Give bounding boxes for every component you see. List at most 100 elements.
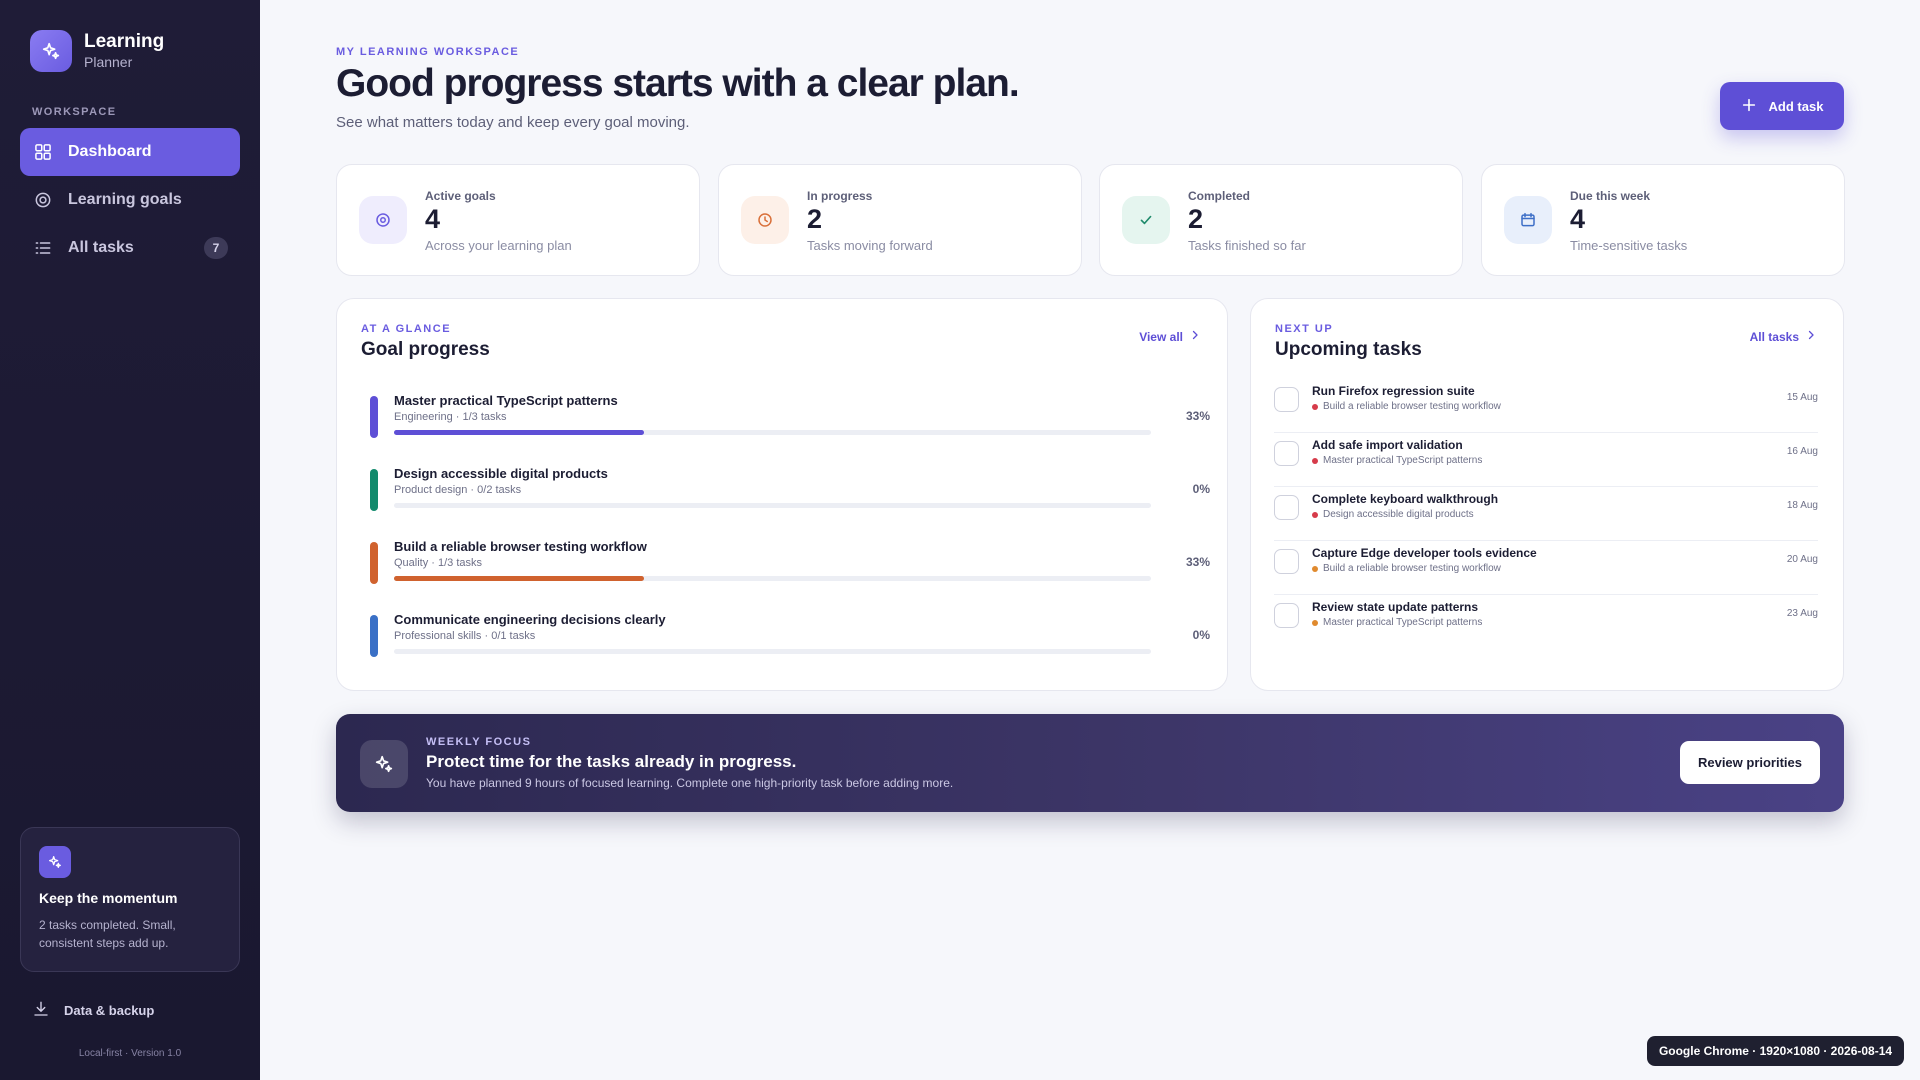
page-title: Good progress starts with a clear plan. bbox=[336, 62, 1020, 105]
browser-info-tag: Google Chrome · 1920×1080 · 2026-08-14 bbox=[1647, 1036, 1904, 1066]
goal-name: Communicate engineering decisions clearl… bbox=[394, 612, 666, 627]
goal-meta: Quality · 1/3 tasks bbox=[394, 557, 483, 569]
task-checkbox[interactable] bbox=[1274, 441, 1299, 466]
momentum-title: Keep the momentum bbox=[39, 890, 178, 906]
goal-name: Design accessible digital products bbox=[394, 466, 608, 481]
task-count-badge: 7 bbox=[204, 237, 228, 259]
task-checkbox[interactable] bbox=[1274, 549, 1299, 574]
data-backup-link[interactable]: Data & backup bbox=[32, 1000, 154, 1021]
view-all-link[interactable]: View all bbox=[1139, 329, 1201, 344]
brand[interactable]: Learning Planner bbox=[30, 30, 164, 72]
stat-value: 4 bbox=[1570, 204, 1586, 234]
stat-card-completed: Completed 2 Tasks finished so far bbox=[1099, 164, 1463, 276]
goal-meta: Product design · 0/2 tasks bbox=[394, 484, 522, 496]
goal-progress-fill bbox=[394, 430, 644, 435]
task-name: Run Firefox regression suite bbox=[1312, 384, 1475, 398]
clock-icon bbox=[741, 196, 789, 244]
task-goal-label: Master practical TypeScript patterns bbox=[1323, 455, 1483, 466]
task-goal-label: Master practical TypeScript patterns bbox=[1323, 617, 1483, 628]
stat-value: 4 bbox=[425, 204, 441, 234]
focus-title: Protect time for the tasks already in pr… bbox=[426, 752, 797, 771]
goal-name: Build a reliable browser testing workflo… bbox=[394, 539, 647, 554]
sidebar-item-learning-goals[interactable]: Learning goals bbox=[20, 176, 240, 224]
task-goal-label: Build a reliable browser testing workflo… bbox=[1323, 563, 1501, 574]
app-subtitle: Planner bbox=[84, 54, 133, 70]
sidebar-nav: Dashboard Learning goals All tasks 7 bbox=[20, 128, 240, 272]
task-name: Complete keyboard walkthrough bbox=[1312, 492, 1499, 506]
card-eyebrow: AT A GLANCE bbox=[361, 323, 452, 335]
sparkle-icon bbox=[39, 846, 71, 878]
task-row[interactable]: Complete keyboard walkthrough Design acc… bbox=[1274, 487, 1818, 541]
calendar-icon bbox=[1504, 196, 1552, 244]
task-goal: Build a reliable browser testing workflo… bbox=[1312, 401, 1501, 412]
review-priorities-button[interactable]: Review priorities bbox=[1680, 741, 1820, 784]
weekly-focus-banner: WEEKLY FOCUS Protect time for the tasks … bbox=[336, 714, 1844, 812]
task-goal: Master practical TypeScript patterns bbox=[1312, 455, 1482, 466]
momentum-text: 2 tasks completed. Small, consistent ste… bbox=[39, 918, 176, 950]
sidebar-item-all-tasks[interactable]: All tasks 7 bbox=[20, 224, 240, 272]
task-row[interactable]: Add safe import validation Master practi… bbox=[1274, 433, 1818, 487]
sparkle-icon bbox=[30, 30, 72, 72]
add-task-button[interactable]: Add task bbox=[1720, 82, 1844, 130]
page-subtitle: See what matters today and keep every go… bbox=[336, 114, 690, 131]
goal-row[interactable]: Build a reliable browser testing workflo… bbox=[370, 539, 1210, 587]
workspace-section-label: WORKSPACE bbox=[32, 106, 117, 118]
goal-meta: Engineering · 1/3 tasks bbox=[394, 411, 507, 423]
goal-progress-track bbox=[394, 649, 1151, 654]
task-goal: Master practical TypeScript patterns bbox=[1312, 617, 1482, 628]
goal-percent: 0% bbox=[1192, 628, 1210, 642]
task-row[interactable]: Capture Edge developer tools evidence Bu… bbox=[1274, 541, 1818, 595]
sidebar: Learning Planner WORKSPACE Dashboard Lea… bbox=[0, 0, 260, 1080]
goal-progress-track bbox=[394, 503, 1151, 508]
task-name: Capture Edge developer tools evidence bbox=[1312, 546, 1537, 560]
target-icon bbox=[32, 189, 54, 211]
task-row[interactable]: Review state update patterns Master prac… bbox=[1274, 595, 1818, 649]
page-eyebrow: MY LEARNING WORKSPACE bbox=[336, 46, 520, 58]
stat-label: Completed bbox=[1188, 189, 1251, 203]
check-icon bbox=[1122, 196, 1170, 244]
goal-percent: 0% bbox=[1192, 482, 1210, 496]
stat-value: 2 bbox=[807, 204, 823, 234]
grid-icon bbox=[32, 141, 54, 163]
goal-color-bar bbox=[370, 396, 378, 438]
task-due-date: 18 Aug bbox=[1786, 500, 1818, 511]
upcoming-tasks-card: NEXT UP Upcoming tasks All tasks Run Fir… bbox=[1250, 298, 1844, 691]
priority-dot bbox=[1312, 565, 1318, 572]
priority-dot bbox=[1312, 511, 1318, 518]
stat-card-active-goals: Active goals 4 Across your learning plan bbox=[336, 164, 700, 276]
task-due-date: 16 Aug bbox=[1786, 446, 1818, 457]
task-name: Review state update patterns bbox=[1312, 600, 1479, 614]
task-goal-label: Build a reliable browser testing workflo… bbox=[1323, 401, 1501, 412]
sidebar-item-dashboard[interactable]: Dashboard bbox=[20, 128, 240, 176]
goal-progress-track bbox=[394, 430, 1151, 435]
stat-label: Active goals bbox=[425, 189, 496, 203]
data-backup-label: Data & backup bbox=[64, 1003, 155, 1018]
task-row[interactable]: Run Firefox regression suite Build a rel… bbox=[1274, 379, 1818, 433]
task-goal: Build a reliable browser testing workflo… bbox=[1312, 563, 1501, 574]
target-icon bbox=[359, 196, 407, 244]
all-tasks-link[interactable]: All tasks bbox=[1750, 329, 1817, 344]
stat-card-due-this-week: Due this week 4 Time-sensitive tasks bbox=[1481, 164, 1845, 276]
goal-row[interactable]: Master practical TypeScript patterns Eng… bbox=[370, 393, 1210, 441]
all-tasks-label: All tasks bbox=[1749, 329, 1799, 344]
task-checkbox[interactable] bbox=[1274, 603, 1299, 628]
goal-meta: Professional skills · 0/1 tasks bbox=[394, 630, 536, 642]
task-checkbox[interactable] bbox=[1274, 387, 1299, 412]
task-goal-label: Design accessible digital products bbox=[1323, 509, 1474, 520]
task-checkbox[interactable] bbox=[1274, 495, 1299, 520]
goal-row[interactable]: Communicate engineering decisions clearl… bbox=[370, 612, 1210, 660]
goal-row[interactable]: Design accessible digital products Produ… bbox=[370, 466, 1210, 514]
card-title: Goal progress bbox=[361, 339, 490, 360]
task-due-date: 20 Aug bbox=[1786, 554, 1818, 565]
card-title: Upcoming tasks bbox=[1275, 339, 1422, 360]
chevron-right-icon bbox=[1189, 329, 1201, 344]
plus-icon bbox=[1741, 97, 1757, 116]
sparkle-icon bbox=[360, 740, 408, 788]
sidebar-item-label: All tasks bbox=[68, 239, 134, 256]
download-icon bbox=[32, 1000, 50, 1021]
goal-color-bar bbox=[370, 469, 378, 511]
sidebar-item-label: Dashboard bbox=[68, 143, 152, 160]
view-all-label: View all bbox=[1139, 329, 1183, 344]
chevron-right-icon bbox=[1805, 329, 1817, 344]
focus-eyebrow: WEEKLY FOCUS bbox=[426, 736, 532, 748]
